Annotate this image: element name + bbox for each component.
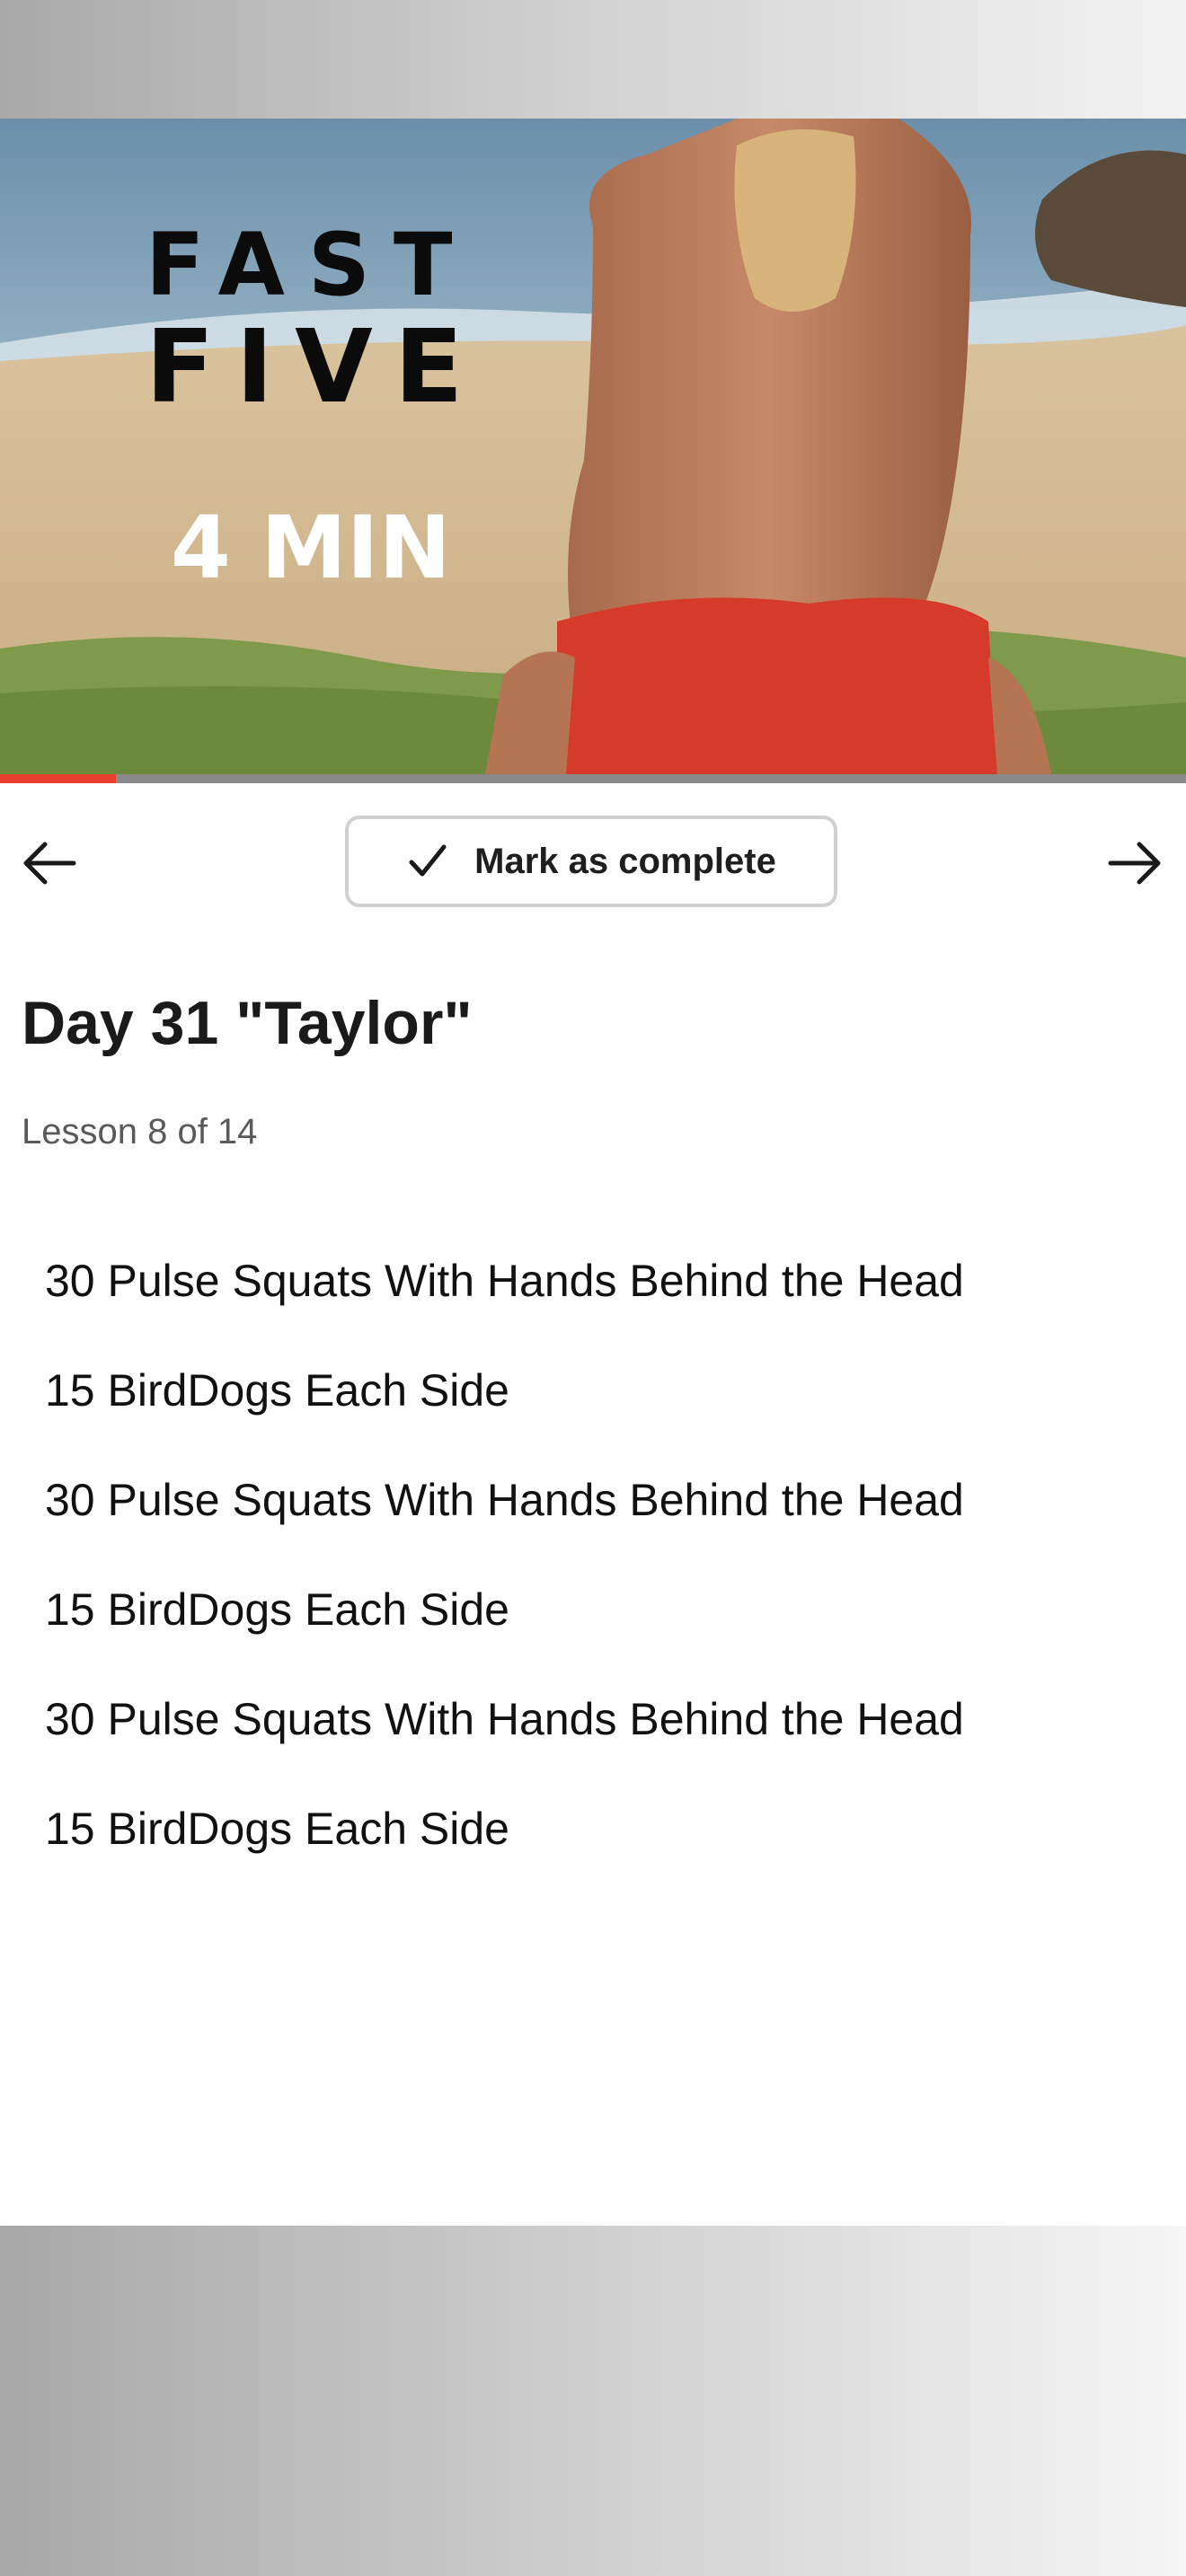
overlay-title-line1: FAST xyxy=(146,215,476,315)
exercise-item: 15 BirdDogs Each Side xyxy=(45,1365,509,1416)
exercise-item: 30 Pulse Squats With Hands Behind the He… xyxy=(45,1256,964,1306)
mark-complete-label: Mark as complete xyxy=(474,841,776,881)
exercise-item: 30 Pulse Squats With Hands Behind the He… xyxy=(45,1475,964,1525)
next-lesson-button[interactable] xyxy=(1103,832,1166,895)
exercise-item: 15 BirdDogs Each Side xyxy=(45,1804,509,1854)
video-player[interactable]: FAST FIVE 4 MIN xyxy=(0,119,1186,774)
overlay-title-line2: FIVE xyxy=(146,309,485,426)
video-progress-fill xyxy=(0,774,117,783)
mark-complete-button[interactable]: Mark as complete xyxy=(345,816,837,907)
exercise-item: 30 Pulse Squats With Hands Behind the He… xyxy=(45,1694,964,1744)
video-duration-label: 4 MIN xyxy=(171,498,451,598)
video-progress-bar[interactable] xyxy=(0,774,1186,783)
video-overlay-title: FAST FIVE xyxy=(146,216,484,420)
exercise-list: 30 Pulse Squats With Hands Behind the He… xyxy=(45,1245,964,1902)
arrow-right-icon xyxy=(1108,842,1161,885)
lesson-title: Day 31 "Taylor" xyxy=(22,989,473,1057)
top-gradient-band xyxy=(0,0,1186,119)
checkmark-icon xyxy=(409,844,447,877)
exercise-item: 15 BirdDogs Each Side xyxy=(45,1584,509,1635)
bottom-gradient-band xyxy=(0,2226,1186,2576)
lesson-position: Lesson 8 of 14 xyxy=(22,1112,258,1151)
arrow-left-icon xyxy=(23,842,76,885)
previous-lesson-button[interactable] xyxy=(18,832,81,895)
